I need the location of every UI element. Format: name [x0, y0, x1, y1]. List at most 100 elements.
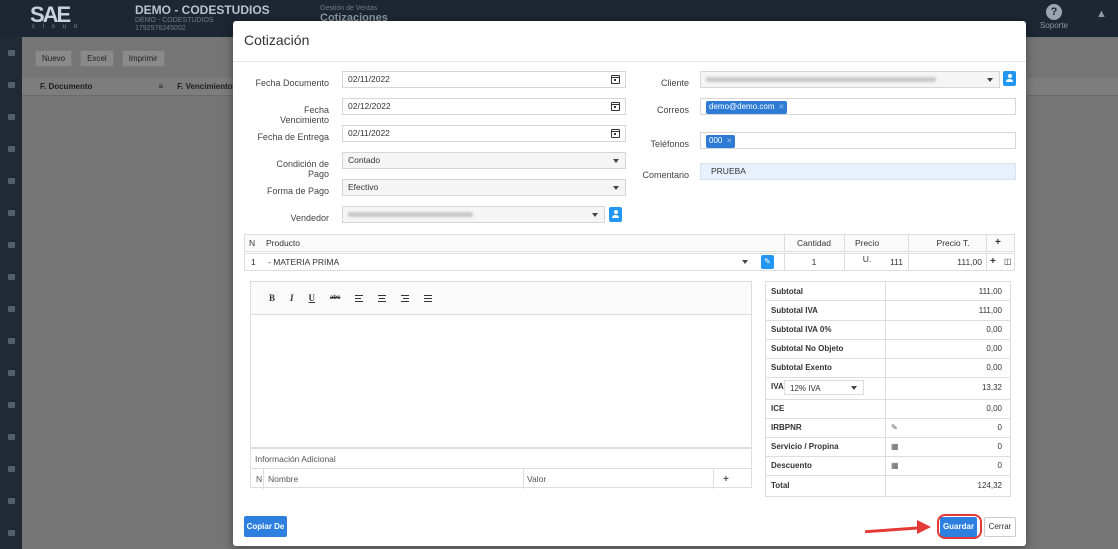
- sidebar-item[interactable]: [0, 165, 22, 197]
- new-button[interactable]: Nuevo: [35, 50, 73, 67]
- user-icon[interactable]: [1003, 71, 1016, 86]
- user-icon[interactable]: [609, 207, 622, 222]
- chevron-down-icon[interactable]: [742, 260, 748, 264]
- fecha-entrega-input[interactable]: 02/11/2022: [342, 125, 626, 142]
- irbpnr-row: IRBPNR ✎ 0: [765, 418, 1011, 438]
- row-precio-t[interactable]: 111,00: [925, 254, 982, 270]
- additional-info-table: Información Adicional N Nombre Valor +: [250, 448, 752, 489]
- add-row-icon[interactable]: +: [990, 254, 996, 270]
- sidebar-item[interactable]: [0, 389, 22, 421]
- sidebar-item[interactable]: [0, 261, 22, 293]
- phone-tag[interactable]: 000 ✕: [706, 135, 736, 148]
- align-right-icon[interactable]: [401, 294, 410, 302]
- sidebar-item[interactable]: [0, 133, 22, 165]
- print-button[interactable]: Imprimir: [121, 50, 165, 67]
- bold-button[interactable]: B: [269, 293, 275, 303]
- col-fecha-vencimiento[interactable]: F. Vencimiento: [177, 82, 233, 91]
- col-precio-u: Precio U.: [854, 238, 880, 264]
- calendar-icon[interactable]: [611, 75, 620, 84]
- subtotal-row: Subtotal 111,00: [765, 281, 1011, 301]
- copiar-de-button[interactable]: Copiar De: [244, 516, 287, 537]
- vendedor-value-redacted: [348, 212, 473, 218]
- cliente-value-redacted: [706, 77, 936, 83]
- sidebar-item[interactable]: [0, 229, 22, 261]
- close-icon[interactable]: ✕: [778, 103, 784, 113]
- fecha-entrega-label: Fecha de Entrega: [257, 132, 329, 142]
- fecha-documento-input[interactable]: 02/11/2022: [342, 71, 626, 88]
- correos-input[interactable]: demo@demo.com ✕: [700, 98, 1016, 115]
- descuento-row: Descuento ▦ 0: [765, 456, 1011, 476]
- telefonos-input[interactable]: 000 ✕: [700, 132, 1016, 149]
- col-cantidad: Cantidad: [796, 238, 832, 248]
- fecha-vencimiento-input[interactable]: 02/12/2022: [342, 98, 626, 115]
- info-col-nombre: Nombre: [268, 474, 299, 484]
- add-info-icon[interactable]: +: [723, 474, 729, 485]
- editor-toolbar: B I U abc: [251, 282, 751, 315]
- underline-button[interactable]: U: [309, 293, 316, 303]
- strikethrough-button[interactable]: abc: [330, 295, 340, 301]
- cliente-label: Cliente: [660, 78, 689, 88]
- condicion-pago-select[interactable]: Contado: [342, 152, 626, 169]
- quotation-modal: Cotización Fecha Documento 02/11/2022 Fe…: [233, 21, 1026, 546]
- email-tag[interactable]: demo@demo.com ✕: [706, 101, 788, 114]
- servicio-row: Servicio / Propina ▦ 0: [765, 437, 1011, 457]
- calendar-icon[interactable]: [611, 129, 620, 138]
- excel-button[interactable]: Excel: [80, 50, 114, 67]
- sidebar-item[interactable]: [0, 293, 22, 325]
- sidebar-item[interactable]: [0, 325, 22, 357]
- sidebar-item[interactable]: [0, 485, 22, 517]
- align-left-icon[interactable]: [355, 294, 364, 302]
- pencil-icon[interactable]: ✎: [891, 423, 898, 432]
- correos-label: Correos: [656, 105, 689, 115]
- telefonos-label: Teléfonos: [650, 139, 689, 149]
- sidebar-item[interactable]: [0, 357, 22, 389]
- cliente-select[interactable]: [700, 71, 1000, 88]
- sidebar-item[interactable]: [0, 37, 22, 69]
- align-center-icon[interactable]: [378, 294, 387, 302]
- additional-info-header: N Nombre Valor +: [251, 469, 751, 489]
- col-fecha-documento[interactable]: F. Documento: [40, 82, 92, 91]
- notification-bell-icon[interactable]: ▲: [1096, 8, 1107, 20]
- iva-select[interactable]: 12% IVA: [784, 380, 864, 395]
- save-button-highlight: [937, 514, 982, 539]
- ice-row: ICE 0,00: [765, 399, 1011, 419]
- calculator-icon[interactable]: ▦: [891, 442, 899, 451]
- info-col-n: N: [256, 474, 263, 484]
- sidebar-item[interactable]: [0, 517, 22, 549]
- italic-button[interactable]: I: [290, 293, 294, 303]
- calculator-icon[interactable]: ▦: [891, 461, 899, 470]
- background-toolbar: Nuevo Excel Imprimir: [35, 50, 165, 67]
- edit-icon[interactable]: ✎: [761, 255, 774, 269]
- additional-info-title: Información Adicional: [251, 449, 751, 469]
- rich-text-editor[interactable]: B I U abc: [250, 281, 752, 448]
- subtotal-iva-row: Subtotal IVA 111,00: [765, 301, 1011, 321]
- align-justify-icon[interactable]: [424, 294, 433, 302]
- forma-pago-select[interactable]: Efectivo: [342, 179, 626, 196]
- row-producto[interactable]: - MATERIA PRIMA: [268, 254, 339, 270]
- add-product-icon[interactable]: +: [995, 235, 1001, 251]
- sidebar-item[interactable]: [0, 101, 22, 133]
- total-row: Total 124,32: [765, 475, 1011, 497]
- calendar-icon[interactable]: [611, 102, 620, 111]
- sidebar-item[interactable]: [0, 453, 22, 485]
- chevron-down-icon: [613, 186, 619, 190]
- subtotal-iva0-row: Subtotal IVA 0% 0,00: [765, 320, 1011, 340]
- filter-icon[interactable]: ≡: [158, 82, 163, 91]
- support-button[interactable]: ? Soporte: [1040, 4, 1068, 30]
- sidebar-item[interactable]: [0, 197, 22, 229]
- subtotal-exento-row: Subtotal Exento 0,00: [765, 358, 1011, 378]
- support-label: Soporte: [1039, 21, 1068, 30]
- chevron-down-icon: [613, 159, 619, 163]
- sidebar-item[interactable]: [0, 69, 22, 101]
- app-logo[interactable]: SAE c l o u d: [30, 2, 80, 32]
- col-precio-t: Precio T.: [936, 238, 970, 248]
- product-row: 1 - MATERIA PRIMA ✎ 1 111 111,00 + ◫: [244, 253, 1015, 271]
- close-button[interactable]: Cerrar: [984, 517, 1016, 537]
- sidebar-item[interactable]: [0, 421, 22, 453]
- vendedor-select[interactable]: [342, 206, 605, 223]
- trash-icon[interactable]: ◫: [1004, 254, 1012, 270]
- row-precio-u[interactable]: 111: [855, 254, 903, 270]
- comentario-input[interactable]: PRUEBA: [700, 163, 1016, 180]
- row-cantidad[interactable]: 1: [789, 254, 839, 270]
- close-icon[interactable]: ✕: [726, 137, 732, 147]
